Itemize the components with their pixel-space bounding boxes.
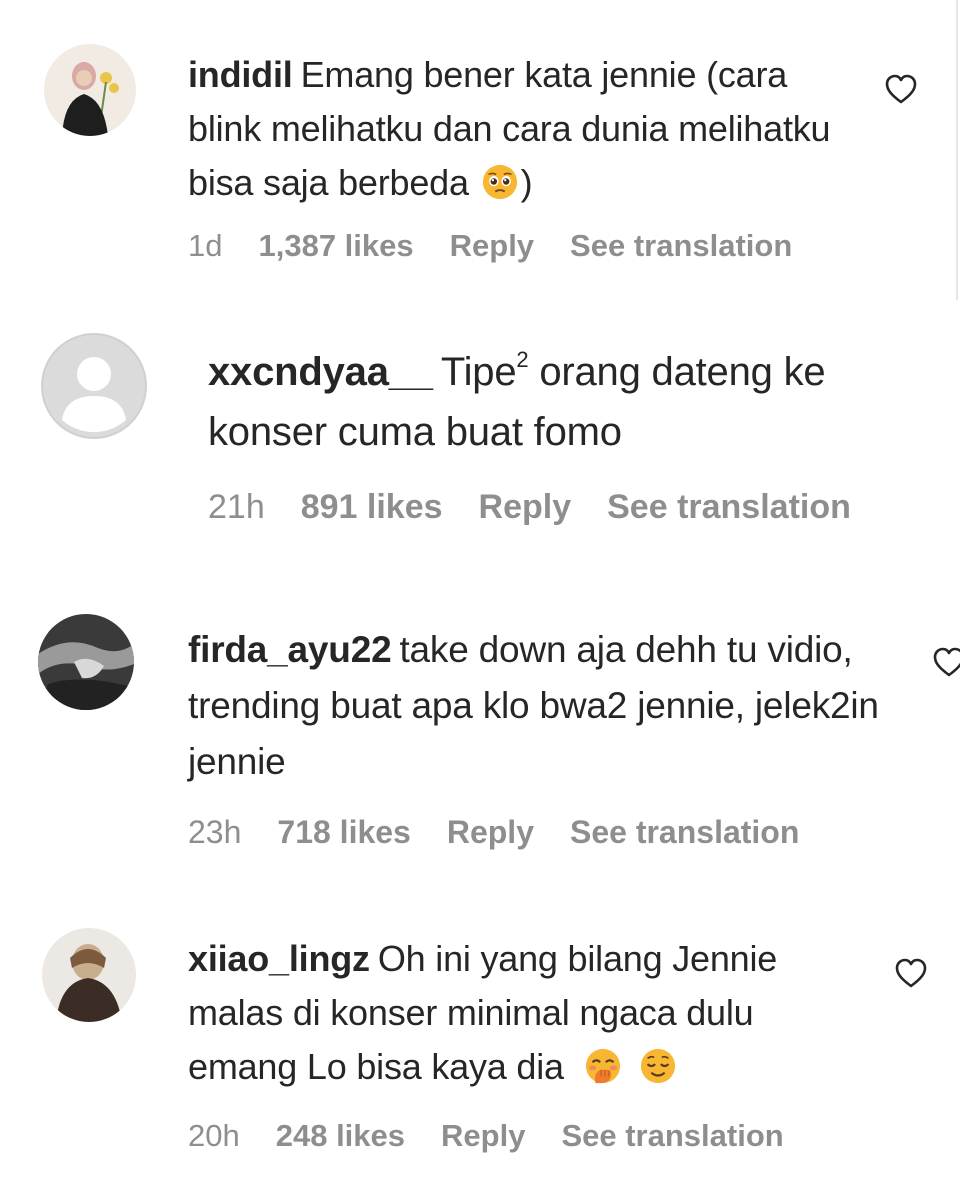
reply-button[interactable]: Reply xyxy=(479,488,572,527)
comment-time: 23h xyxy=(188,814,242,850)
relieved-face-emoji xyxy=(639,1047,677,1085)
avatar[interactable] xyxy=(42,928,136,1022)
face-with-hand-over-mouth-emoji xyxy=(584,1047,622,1085)
reply-button[interactable]: Reply xyxy=(450,228,534,264)
avatar-photo-icon xyxy=(38,614,134,710)
reply-button[interactable]: Reply xyxy=(441,1118,525,1154)
comment-likes[interactable]: 891 likes xyxy=(301,488,443,527)
comment-text-tail: ) xyxy=(520,162,533,203)
comment-meta: 21h 891 likes Reply See translation xyxy=(208,488,887,527)
comment-meta: 20h 248 likes Reply See translation xyxy=(188,1118,820,1154)
see-translation-button[interactable]: See translation xyxy=(570,814,799,851)
avatar[interactable] xyxy=(44,44,136,136)
avatar-photo-icon xyxy=(44,44,136,136)
pleading-face-emoji xyxy=(481,163,519,201)
avatar[interactable] xyxy=(38,614,134,710)
comment-username[interactable]: firda_ayu22 xyxy=(188,629,392,670)
comment-likes[interactable]: 718 likes xyxy=(277,814,410,851)
see-translation-button[interactable]: See translation xyxy=(570,228,792,264)
reply-button[interactable]: Reply xyxy=(447,814,534,851)
like-heart-icon[interactable] xyxy=(932,646,960,678)
comment-body: xxcndyaa__ Tipe2 orang dateng ke konser c… xyxy=(208,342,928,462)
comment-meta: 23h 718 likes Reply See translation xyxy=(188,814,835,851)
comment-body: firda_ayu22 take down aja dehh tu vidio, … xyxy=(188,622,888,790)
default-avatar-icon xyxy=(41,333,147,439)
comment-likes[interactable]: 1,387 likes xyxy=(258,228,413,264)
comment-meta: 1d 1,387 likes Reply See translation xyxy=(188,228,828,264)
comment-time: 1d xyxy=(188,228,223,263)
comment-time: 21h xyxy=(208,488,265,526)
see-translation-button[interactable]: See translation xyxy=(561,1118,783,1154)
comment-username[interactable]: xiiao_lingz xyxy=(188,938,370,979)
comment-text-part: Tipe xyxy=(440,350,517,394)
see-translation-button[interactable]: See translation xyxy=(607,488,851,527)
comment-username[interactable]: indidil xyxy=(188,54,293,95)
avatar-photo-icon xyxy=(42,928,136,1022)
comment-body: indidil Emang bener kata jennie (cara bli… xyxy=(188,48,868,210)
like-heart-icon[interactable] xyxy=(884,73,918,105)
comment-superscript: 2 xyxy=(516,346,529,372)
scrollbar-edge xyxy=(956,0,958,300)
comment-username[interactable]: xxcndyaa__ xyxy=(208,350,433,394)
comment-likes[interactable]: 248 likes xyxy=(276,1118,405,1154)
like-heart-icon[interactable] xyxy=(894,957,928,989)
comment-time: 20h xyxy=(188,1118,240,1153)
avatar[interactable] xyxy=(40,332,148,440)
comment-body: xiiao_lingz Oh ini yang bilang Jennie mal… xyxy=(188,932,868,1094)
